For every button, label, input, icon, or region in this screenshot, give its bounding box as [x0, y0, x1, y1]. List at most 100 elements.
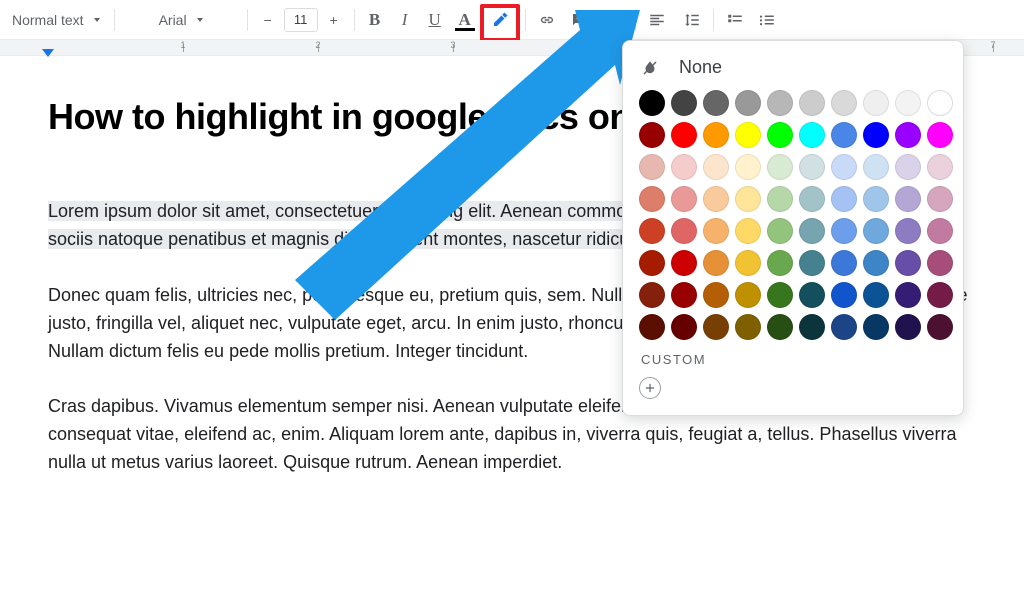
- color-swatch[interactable]: [799, 90, 825, 116]
- color-swatch[interactable]: [639, 314, 665, 340]
- align-button[interactable]: [642, 6, 675, 34]
- color-swatch[interactable]: [639, 122, 665, 148]
- highlight-color-button[interactable]: [481, 6, 519, 34]
- color-swatch[interactable]: [671, 154, 697, 180]
- color-swatch[interactable]: [703, 218, 729, 244]
- color-swatch[interactable]: [895, 250, 921, 276]
- color-swatch[interactable]: [895, 218, 921, 244]
- color-swatch[interactable]: [927, 154, 953, 180]
- color-swatch[interactable]: [895, 282, 921, 308]
- color-swatch[interactable]: [863, 314, 889, 340]
- color-swatch[interactable]: [735, 282, 761, 308]
- color-swatch[interactable]: [767, 250, 793, 276]
- color-swatch[interactable]: [927, 282, 953, 308]
- color-swatch[interactable]: [895, 122, 921, 148]
- insert-link-button[interactable]: [532, 6, 562, 34]
- color-swatch[interactable]: [831, 90, 857, 116]
- add-custom-color-button[interactable]: [639, 377, 661, 399]
- color-swatch[interactable]: [671, 186, 697, 212]
- bold-button[interactable]: B: [361, 6, 389, 34]
- font-size-input[interactable]: [284, 8, 318, 32]
- color-swatch[interactable]: [767, 218, 793, 244]
- color-swatch[interactable]: [863, 122, 889, 148]
- color-swatch[interactable]: [703, 90, 729, 116]
- color-swatch[interactable]: [767, 154, 793, 180]
- color-swatch[interactable]: [799, 154, 825, 180]
- color-swatch[interactable]: [671, 250, 697, 276]
- color-swatch[interactable]: [799, 122, 825, 148]
- font-size-decrease-button[interactable]: −: [254, 6, 282, 34]
- color-swatch[interactable]: [831, 186, 857, 212]
- color-swatch[interactable]: [703, 186, 729, 212]
- color-swatch[interactable]: [671, 282, 697, 308]
- font-size-increase-button[interactable]: +: [320, 6, 348, 34]
- toolbar: Normal text Arial − + B I U A: [0, 0, 1024, 40]
- color-swatch[interactable]: [767, 90, 793, 116]
- color-swatch[interactable]: [703, 154, 729, 180]
- text-color-button[interactable]: A: [451, 6, 479, 34]
- color-swatch[interactable]: [735, 218, 761, 244]
- color-swatch[interactable]: [799, 314, 825, 340]
- bulleted-list-button[interactable]: [752, 6, 782, 34]
- color-swatch[interactable]: [831, 122, 857, 148]
- color-swatch[interactable]: [863, 90, 889, 116]
- color-swatch[interactable]: [703, 282, 729, 308]
- font-family-select[interactable]: Arial: [121, 6, 241, 34]
- color-swatch[interactable]: [799, 282, 825, 308]
- color-swatch[interactable]: [863, 186, 889, 212]
- color-swatch[interactable]: [927, 314, 953, 340]
- color-swatch[interactable]: [831, 282, 857, 308]
- line-spacing-button[interactable]: [677, 6, 707, 34]
- insert-image-button[interactable]: [596, 6, 629, 34]
- color-swatch[interactable]: [799, 218, 825, 244]
- paragraph-style-select[interactable]: Normal text: [4, 6, 108, 34]
- color-swatch[interactable]: [831, 218, 857, 244]
- color-swatch[interactable]: [863, 154, 889, 180]
- color-swatch[interactable]: [767, 282, 793, 308]
- color-swatch[interactable]: [895, 154, 921, 180]
- color-swatch[interactable]: [671, 314, 697, 340]
- color-swatch[interactable]: [863, 218, 889, 244]
- color-swatch[interactable]: [767, 186, 793, 212]
- italic-button[interactable]: I: [391, 6, 419, 34]
- underline-button[interactable]: U: [421, 6, 449, 34]
- color-swatch[interactable]: [831, 154, 857, 180]
- color-swatch[interactable]: [895, 186, 921, 212]
- color-swatch[interactable]: [799, 250, 825, 276]
- color-swatch[interactable]: [767, 314, 793, 340]
- color-swatch[interactable]: [927, 250, 953, 276]
- color-swatch[interactable]: [735, 122, 761, 148]
- color-swatch[interactable]: [895, 314, 921, 340]
- color-swatch[interactable]: [671, 90, 697, 116]
- checklist-button[interactable]: [720, 6, 750, 34]
- highlight-none-option[interactable]: None: [639, 55, 947, 90]
- color-swatch[interactable]: [831, 314, 857, 340]
- color-swatch[interactable]: [703, 250, 729, 276]
- color-swatch[interactable]: [735, 90, 761, 116]
- color-swatch[interactable]: [639, 154, 665, 180]
- color-swatch[interactable]: [671, 122, 697, 148]
- color-swatch[interactable]: [639, 218, 665, 244]
- color-swatch[interactable]: [831, 250, 857, 276]
- color-swatch[interactable]: [735, 250, 761, 276]
- color-swatch[interactable]: [735, 314, 761, 340]
- color-swatch[interactable]: [767, 122, 793, 148]
- color-swatch[interactable]: [927, 90, 953, 116]
- color-swatch[interactable]: [639, 250, 665, 276]
- color-swatch[interactable]: [927, 186, 953, 212]
- color-swatch[interactable]: [927, 218, 953, 244]
- color-swatch[interactable]: [703, 122, 729, 148]
- color-swatch[interactable]: [895, 90, 921, 116]
- color-swatch[interactable]: [863, 282, 889, 308]
- color-swatch[interactable]: [735, 154, 761, 180]
- color-swatch[interactable]: [639, 90, 665, 116]
- insert-comment-button[interactable]: [564, 6, 594, 34]
- color-swatch[interactable]: [863, 250, 889, 276]
- color-swatch[interactable]: [671, 218, 697, 244]
- color-swatch[interactable]: [735, 186, 761, 212]
- color-swatch[interactable]: [703, 314, 729, 340]
- color-swatch[interactable]: [639, 186, 665, 212]
- color-swatch[interactable]: [639, 282, 665, 308]
- color-swatch[interactable]: [799, 186, 825, 212]
- color-swatch[interactable]: [927, 122, 953, 148]
